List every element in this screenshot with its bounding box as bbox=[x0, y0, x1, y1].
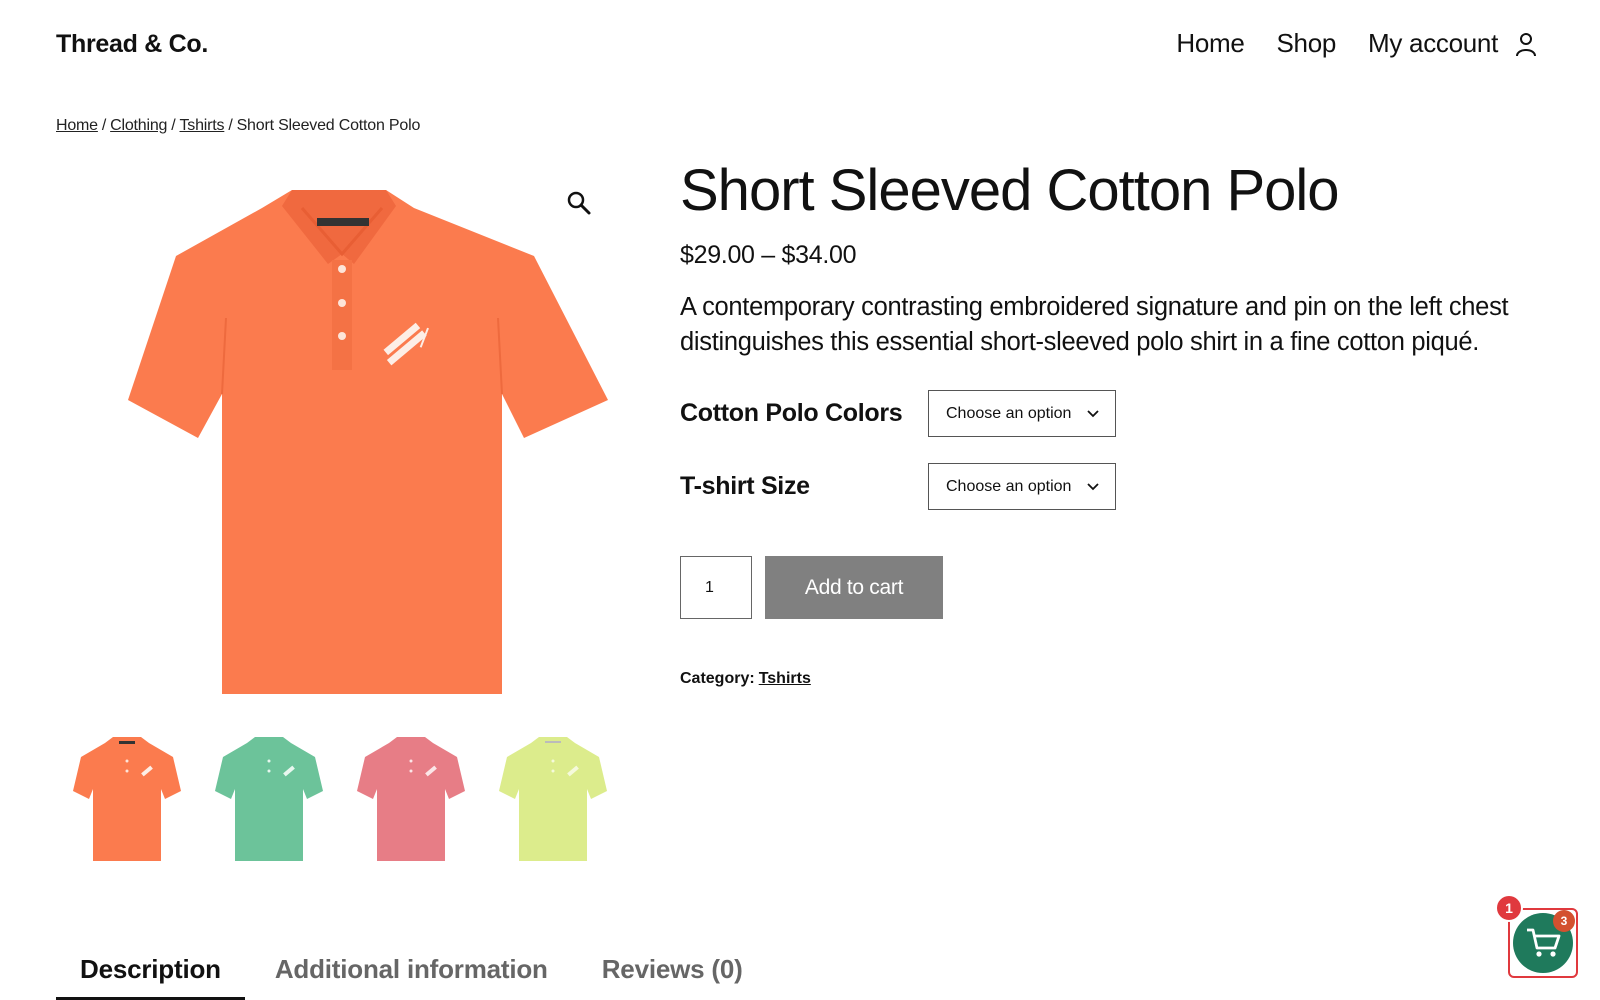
category-label: Category: bbox=[680, 670, 755, 687]
main-nav: Home Shop My account bbox=[1144, 28, 1538, 59]
breadcrumb-current: Short Sleeved Cotton Polo bbox=[236, 117, 421, 134]
breadcrumb-separator: / bbox=[228, 117, 233, 134]
colors-select-value: Choose an option bbox=[946, 404, 1072, 422]
variation-colors-label: Cotton Polo Colors bbox=[680, 399, 903, 427]
site-logo[interactable]: Thread & Co. bbox=[56, 30, 208, 59]
shirt-thumbnail-image bbox=[73, 737, 181, 861]
add-to-cart-button[interactable]: Add to cart bbox=[765, 556, 943, 619]
category-link[interactable]: Tshirts bbox=[759, 670, 811, 687]
cart-icon bbox=[1527, 928, 1561, 957]
nav-home-link[interactable]: Home bbox=[1176, 28, 1244, 59]
chevron-down-icon bbox=[1087, 409, 1099, 417]
nav-my-account-link[interactable]: My account bbox=[1368, 28, 1498, 59]
user-icon[interactable] bbox=[1514, 31, 1538, 57]
breadcrumb-separator: / bbox=[171, 117, 176, 134]
breadcrumb-tshirts-link[interactable]: Tshirts bbox=[180, 117, 225, 134]
zoom-icon[interactable] bbox=[566, 190, 592, 216]
product-summary: Short Sleeved Cotton Polo $29.00 – $34.0… bbox=[680, 155, 1560, 360]
thumbnail-pink[interactable] bbox=[340, 728, 482, 870]
breadcrumb-separator: / bbox=[101, 117, 107, 134]
breadcrumb: Home / Clothing / Tshirts / Short Sleeved Cott… bbox=[56, 117, 420, 135]
tab-reviews[interactable]: Reviews (0) bbox=[578, 940, 767, 1000]
cart-count-badge: 3 bbox=[1553, 910, 1575, 932]
site-header: Thread & Co. Home Shop My account bbox=[0, 0, 1600, 95]
quantity-input[interactable]: 1 bbox=[680, 556, 752, 619]
variation-size-row: T-shirt Size Choose an option bbox=[680, 463, 1116, 510]
variation-size-label: T-shirt Size bbox=[680, 472, 810, 500]
product-tabs: Description Additional information Revie… bbox=[56, 940, 767, 1000]
product-thumbnails bbox=[56, 728, 624, 870]
variation-colors-row: Cotton Polo Colors Choose an option bbox=[680, 390, 1116, 437]
product-main-image[interactable] bbox=[56, 168, 626, 708]
size-select[interactable]: Choose an option bbox=[928, 463, 1116, 510]
shirt-thumbnail-image bbox=[357, 737, 465, 861]
colors-select[interactable]: Choose an option bbox=[928, 390, 1116, 437]
thumbnail-green[interactable] bbox=[198, 728, 340, 870]
shirt-thumbnail-image bbox=[499, 737, 607, 861]
chevron-down-icon bbox=[1087, 482, 1099, 490]
shirt-thumbnail-image bbox=[215, 737, 323, 861]
thumbnail-orange[interactable] bbox=[56, 728, 198, 870]
breadcrumb-clothing-link[interactable]: Clothing bbox=[110, 117, 167, 134]
product-price: $29.00 – $34.00 bbox=[680, 241, 857, 269]
size-select-value: Choose an option bbox=[946, 477, 1072, 495]
product-category: Category: Tshirts bbox=[680, 670, 811, 688]
notification-badge: 1 bbox=[1495, 894, 1523, 922]
thumbnail-lime[interactable] bbox=[482, 728, 624, 870]
nav-shop-link[interactable]: Shop bbox=[1277, 28, 1337, 59]
tab-description[interactable]: Description bbox=[56, 940, 245, 1000]
tab-additional-information[interactable]: Additional information bbox=[251, 940, 572, 1000]
product-short-description: A contemporary contrasting embroidered s… bbox=[680, 293, 1509, 356]
product-title: Short Sleeved Cotton Polo bbox=[680, 158, 1340, 223]
breadcrumb-home-link[interactable]: Home bbox=[56, 117, 98, 134]
